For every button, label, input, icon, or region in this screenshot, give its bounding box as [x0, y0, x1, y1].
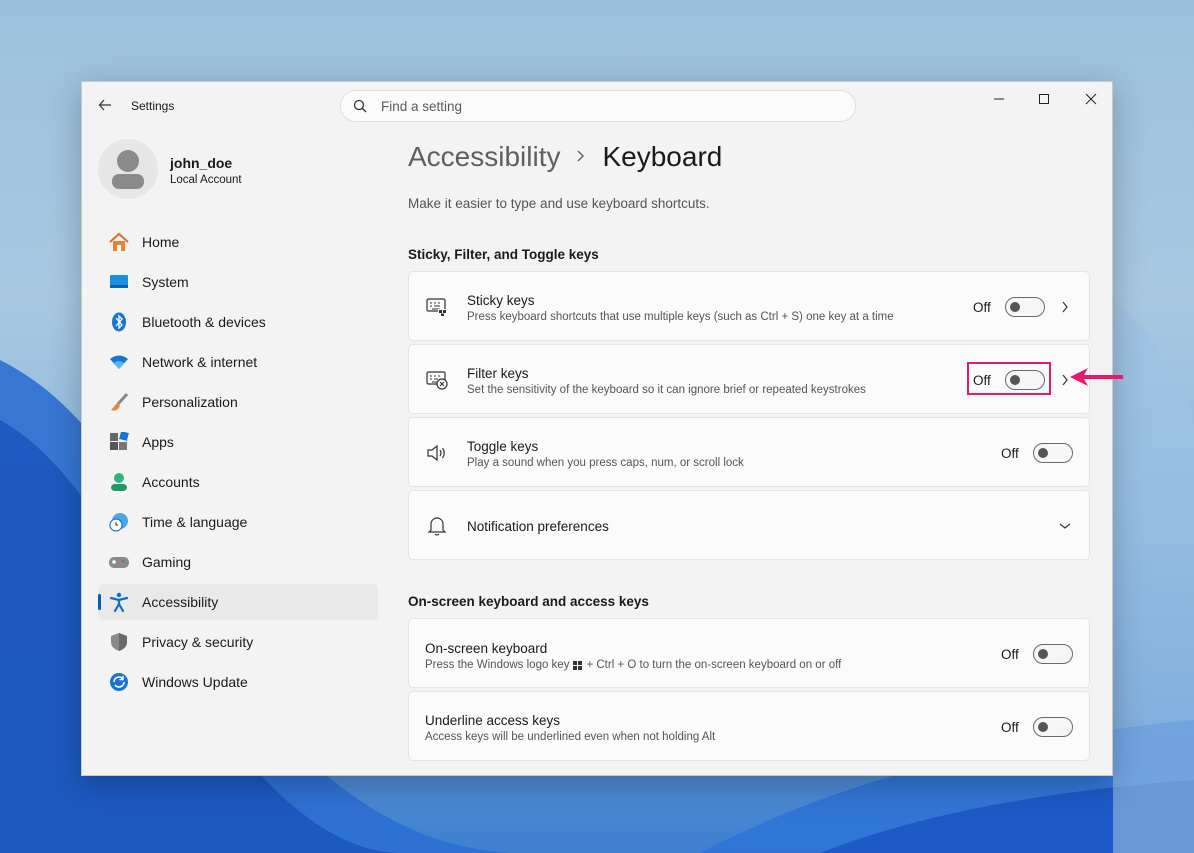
accounts-icon [108, 471, 130, 493]
search-box[interactable] [340, 90, 856, 122]
sidebar-item-label: Gaming [142, 554, 192, 570]
settings-window: Settings john_doe Local Account [81, 81, 1113, 776]
chevron-right-icon [576, 147, 586, 168]
sidebar-item-home[interactable]: Home [98, 224, 378, 260]
toggle-keys-state: Off [1001, 446, 1019, 461]
on-screen-keyboard-description: Press the Windows logo key + Ctrl + O to… [425, 659, 841, 671]
bell-icon [425, 514, 449, 538]
sidebar-item-accounts[interactable]: Accounts [98, 464, 378, 500]
sidebar-item-windows-update[interactable]: Windows Update [98, 664, 378, 700]
sidebar-item-bluetooth[interactable]: Bluetooth & devices [98, 304, 378, 340]
underline-access-keys-state: Off [1001, 720, 1019, 735]
keyboard-filter-icon [425, 368, 449, 392]
profile-name: john_doe [170, 155, 233, 171]
sidebar-item-apps[interactable]: Apps [98, 424, 378, 460]
sidebar-item-label: Privacy & security [142, 634, 254, 650]
sidebar-nav: Home System Bluetooth & devices Network … [98, 224, 378, 704]
breadcrumb: Accessibility Keyboard [408, 141, 722, 173]
sidebar-item-label: Time & language [142, 514, 248, 530]
underline-access-keys-toggle[interactable] [1033, 717, 1073, 737]
home-icon [108, 231, 130, 253]
description-part: + Ctrl + O to turn the on-screen keyboar… [586, 659, 842, 671]
minimize-icon [994, 98, 1004, 100]
search-input[interactable] [381, 98, 821, 114]
filter-keys-description: Set the sensitivity of the keyboard so i… [467, 384, 866, 396]
toggle-keys-title: Toggle keys [467, 439, 539, 454]
underline-access-keys-card: Underline access keys Access keys will b… [408, 691, 1090, 761]
user-avatar-icon [112, 150, 144, 189]
apps-icon [108, 431, 130, 453]
sticky-keys-card[interactable]: Sticky keys Press keyboard shortcuts tha… [408, 271, 1090, 341]
sidebar-item-label: Accessibility [142, 594, 219, 610]
sticky-keys-toggle[interactable] [1005, 297, 1045, 317]
update-icon [108, 671, 130, 693]
speaker-icon [425, 441, 449, 465]
sidebar-item-personalization[interactable]: Personalization [98, 384, 378, 420]
wifi-icon [108, 351, 130, 373]
brush-icon [108, 391, 130, 413]
on-screen-keyboard-card: On-screen keyboard Press the Windows log… [408, 618, 1090, 688]
notification-preferences-title: Notification preferences [467, 519, 609, 534]
user-profile[interactable]: john_doe Local Account [98, 139, 378, 199]
sidebar-item-label: Network & internet [142, 354, 258, 370]
section-title: On-screen keyboard and access keys [408, 594, 649, 609]
sidebar-item-privacy[interactable]: Privacy & security [98, 624, 378, 660]
sticky-keys-description: Press keyboard shortcuts that use multip… [467, 311, 894, 323]
on-screen-keyboard-toggle[interactable] [1033, 644, 1073, 664]
toggle-keys-card: Toggle keys Play a sound when you press … [408, 417, 1090, 487]
underline-access-keys-title: Underline access keys [425, 713, 561, 728]
page-title: Keyboard [602, 141, 723, 172]
sidebar-item-label: System [142, 274, 189, 290]
sidebar-item-label: Home [142, 234, 180, 250]
sidebar-item-gaming[interactable]: Gaming [98, 544, 378, 580]
toggle-keys-description: Play a sound when you press caps, num, o… [467, 457, 744, 469]
sidebar-item-accessibility[interactable]: Accessibility [98, 584, 378, 620]
sticky-keys-state: Off [973, 300, 991, 315]
sidebar-item-label: Accounts [142, 474, 200, 490]
description-part: Press the Windows logo key [425, 659, 570, 671]
globe-clock-icon [108, 511, 130, 533]
underline-access-keys-description: Access keys will be underlined even when… [425, 731, 716, 743]
profile-account-type: Local Account [170, 174, 242, 186]
gamepad-icon [108, 551, 130, 573]
sidebar-item-time-language[interactable]: Time & language [98, 504, 378, 540]
section-title: Sticky, Filter, and Toggle keys [408, 247, 599, 262]
sidebar-item-label: Personalization [142, 394, 238, 410]
sticky-keys-title: Sticky keys [467, 293, 535, 308]
title-bar: Settings [82, 82, 1112, 130]
page-description: Make it easier to type and use keyboard … [408, 196, 710, 211]
app-title: Settings [131, 99, 175, 113]
notification-preferences-card[interactable]: Notification preferences [408, 490, 1090, 560]
close-button[interactable] [1080, 88, 1102, 110]
shield-icon [108, 631, 130, 653]
system-icon [108, 271, 130, 293]
breadcrumb-parent[interactable]: Accessibility [408, 141, 560, 173]
maximize-button[interactable] [1033, 88, 1055, 110]
windows-logo-icon [573, 660, 583, 670]
on-screen-keyboard-state: Off [1001, 647, 1019, 662]
bluetooth-icon [108, 311, 130, 333]
back-button[interactable] [94, 94, 116, 116]
sidebar-item-label: Bluetooth & devices [142, 314, 266, 330]
maximize-icon [1039, 94, 1049, 104]
filter-keys-highlight-box [967, 362, 1051, 395]
back-arrow-icon [98, 99, 111, 111]
sidebar-item-network[interactable]: Network & internet [98, 344, 378, 380]
search-icon [353, 98, 369, 114]
sidebar-item-system[interactable]: System [98, 264, 378, 300]
keyboard-sticky-icon [425, 295, 449, 319]
close-icon [1085, 93, 1097, 105]
filter-keys-title: Filter keys [467, 366, 529, 381]
minimize-button[interactable] [988, 88, 1010, 110]
sidebar-item-label: Windows Update [142, 674, 248, 690]
chevron-right-icon[interactable] [1057, 299, 1073, 315]
pointer-arrow-annotation [1070, 368, 1123, 386]
accessibility-icon [108, 591, 130, 613]
sidebar-item-label: Apps [142, 434, 174, 450]
toggle-keys-toggle[interactable] [1033, 443, 1073, 463]
chevron-down-icon[interactable] [1057, 518, 1073, 534]
on-screen-keyboard-title: On-screen keyboard [425, 641, 548, 656]
avatar [98, 139, 158, 199]
